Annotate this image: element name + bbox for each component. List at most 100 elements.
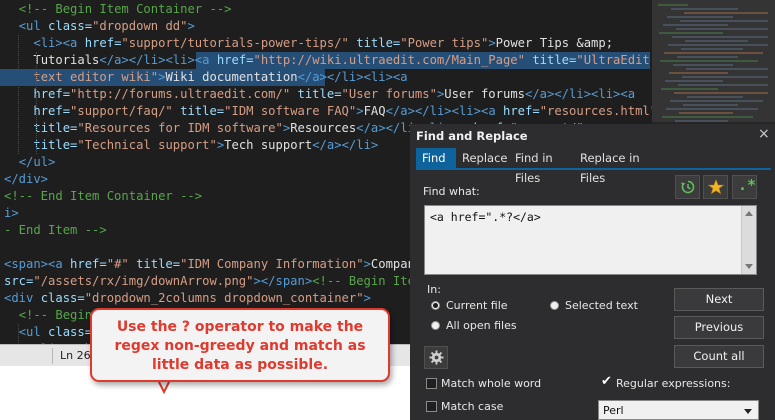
- minimap-line: [662, 116, 753, 118]
- code-token: <!-- Begin Item Container -->: [18, 2, 232, 16]
- minimap-line: [675, 120, 728, 122]
- minimap-line: [674, 92, 768, 94]
- find-input-scrollbar[interactable]: [741, 206, 756, 274]
- minimap-line: [659, 32, 723, 34]
- code-token: text editor wiki": [33, 70, 159, 84]
- code-token: "/assets/rx/img/downArrow.png": [33, 274, 254, 288]
- tab-replace[interactable]: Replace: [456, 148, 509, 168]
- code-token: Power Tips &amp;: [495, 36, 614, 50]
- scroll-down-icon[interactable]: [745, 264, 753, 269]
- code-token: class=: [48, 325, 93, 339]
- code-token: "#": [106, 257, 129, 271]
- code-token: <ul: [18, 19, 49, 33]
- minimap-line: [661, 88, 718, 90]
- scroll-up-icon[interactable]: [745, 211, 753, 216]
- chevron-down-icon: [744, 409, 752, 414]
- radio-label: Current file: [446, 299, 508, 312]
- code-token: "support/tutorials-power-tips/": [121, 36, 349, 50]
- in-label: In:: [427, 283, 441, 296]
- code-token: i>: [4, 206, 19, 220]
- minimap-line: [665, 80, 723, 82]
- indent-guide: [18, 35, 20, 154]
- code-token: <!-- Begin Item: [312, 274, 423, 288]
- tab-find-in-files[interactable]: Find in Files: [509, 148, 574, 185]
- code-line: title="Technical support">Tech support</…: [4, 137, 378, 154]
- checkbox-label: Match whole word: [441, 377, 542, 390]
- code-token: href=: [33, 87, 71, 101]
- minimap-line: [668, 44, 768, 46]
- checkbox-label: Match case: [441, 400, 504, 413]
- minimap-line: [682, 76, 768, 78]
- code-line: <!-- Begin Item Container -->: [4, 1, 232, 18]
- code-token: "Power tips": [400, 36, 489, 50]
- code-token: "http://wiki.ultraedit.com/Main_Page": [253, 53, 526, 67]
- next-button[interactable]: Next: [674, 288, 764, 311]
- code-token: src=: [4, 274, 34, 288]
- code-line: src="/assets/rx/img/downArrow.png"></spa…: [4, 273, 422, 290]
- minimap-line: [681, 48, 743, 50]
- code-line: href="support/faq/" title="IDM software …: [4, 103, 652, 120]
- find-replace-dialog: Find and Replace × Find Replace Find in …: [410, 124, 775, 420]
- code-token: title=: [128, 257, 181, 271]
- code-token: ></span>: [253, 274, 313, 288]
- code-token: href=: [33, 104, 71, 118]
- code-token: "IDM software FAQ": [224, 104, 357, 118]
- code-token: "IDM Company Information": [180, 257, 364, 271]
- history-button[interactable]: [675, 175, 700, 199]
- minimap-line: [684, 12, 768, 14]
- code-token: "http://forums.ultraedit.com/": [70, 87, 291, 101]
- code-token: </div>: [4, 172, 49, 186]
- settings-button[interactable]: [424, 346, 448, 369]
- checkbox-box: [426, 378, 437, 389]
- find-what-input[interactable]: <a href=".*?</a>: [424, 205, 757, 275]
- regex-icon: .*: [738, 176, 757, 194]
- code-token: Wiki documentation: [165, 70, 298, 84]
- close-icon[interactable]: ×: [758, 126, 770, 142]
- code-token: </li><li><a: [326, 70, 408, 84]
- radio-label: Selected text: [565, 299, 638, 312]
- code-line: <ul class="dropdown dd">: [4, 18, 195, 35]
- code-token: Tutorials: [33, 53, 100, 67]
- code-token: <li><a: [33, 36, 85, 50]
- regex-builder-button[interactable]: .*: [732, 175, 757, 199]
- indent-guide: [36, 52, 38, 154]
- favorites-star-icon: [708, 179, 724, 195]
- code-token: href=: [84, 36, 122, 50]
- previous-button[interactable]: Previous: [674, 316, 764, 339]
- code-token: href=: [70, 257, 107, 271]
- favorites-button[interactable]: [703, 175, 728, 199]
- code-token: "support/faq/": [70, 104, 173, 118]
- tab-replace-in-files[interactable]: Replace in Files: [574, 148, 664, 185]
- count-all-button[interactable]: Count all: [674, 345, 764, 368]
- code-token: title=: [33, 121, 78, 135]
- find-what-value: <a href=".*?</a>: [430, 210, 541, 224]
- code-line: </div>: [4, 171, 48, 188]
- tab-find[interactable]: Find: [416, 148, 456, 168]
- status-separator: [52, 348, 53, 364]
- code-token: <!-- End Item Container -->: [4, 189, 203, 203]
- regex-engine-select[interactable]: Perl: [598, 400, 759, 420]
- code-token: User forums: [444, 87, 525, 101]
- code-token: - End Item -->: [4, 223, 107, 237]
- code-token: "resources.html": [539, 104, 652, 118]
- find-what-label: Find what:: [423, 185, 480, 198]
- code-token: title=: [290, 87, 342, 101]
- callout-line-2: regex non-greedy and match as: [114, 338, 366, 354]
- code-token: title=: [348, 36, 401, 50]
- minimap-line: [680, 20, 768, 22]
- code-token: >: [363, 257, 371, 271]
- code-token: title=: [525, 53, 577, 67]
- gear-icon: [429, 350, 444, 365]
- code-token: </a></li><li><a: [525, 87, 636, 101]
- code-line: href="http://forums.ultraedit.com/" titl…: [4, 86, 635, 103]
- code-token: "UltraEdit: [576, 53, 650, 67]
- code-token: "Technical support": [77, 138, 217, 152]
- code-line: <!-- End Item Container -->: [4, 188, 202, 205]
- regex-engine-value: Perl: [603, 404, 624, 417]
- radio-label: All open files: [446, 319, 517, 332]
- tabs-underline: [416, 168, 771, 170]
- code-token: title=: [172, 104, 225, 118]
- code-token: <a: [194, 53, 217, 67]
- minimap-line: [663, 24, 728, 26]
